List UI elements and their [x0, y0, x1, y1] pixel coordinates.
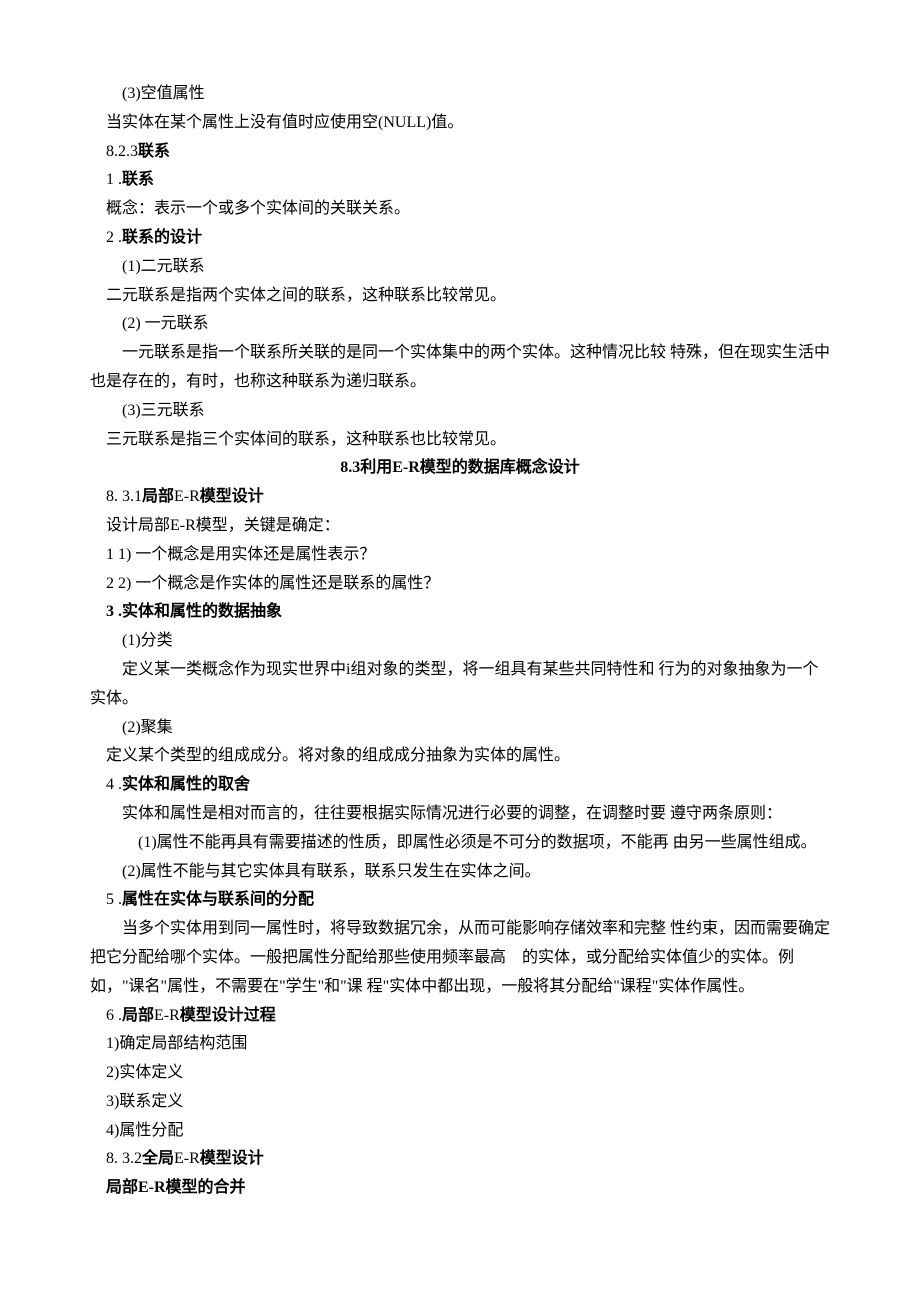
text-line: (3)空值属性 [90, 80, 830, 109]
text-line: 三元联系是指三个实体间的联系，这种联系也比较常见。 [90, 426, 830, 455]
document-body: (3)空值属性当实体在某个属性上没有值时应使用空(NULL)值。8.2.3联系1… [90, 80, 830, 1203]
text-line: 1)确定局部结构范围 [90, 1030, 830, 1059]
text-line: 1 1) 一个概念是用实体还是属性表示？ [90, 541, 830, 570]
text-line: 定义某个类型的组成成分。将对象的组成成分抽象为实体的属性。 [90, 742, 830, 771]
text-line: 设计局部E-R模型，关键是确定： [90, 512, 830, 541]
text-line: 当多个实体用到同一属性时，将导致数据冗余，从而可能影响存储效率和完整 性约束，因… [90, 915, 830, 1001]
text-line: (1)属性不能再具有需要描述的性质，即属性必须是不可分的数据项，不能再 由另一些… [90, 829, 830, 858]
text-line: 2)实体定义 [90, 1059, 830, 1088]
text-line: 4 .实体和属性的取舍 [90, 771, 830, 800]
text-line: (1)分类 [90, 627, 830, 656]
text-line: (3)三元联系 [90, 397, 830, 426]
text-line: 1 .联系 [90, 166, 830, 195]
text-line: 5 .属性在实体与联系间的分配 [90, 886, 830, 915]
text-line: (2)属性不能与其它实体具有联系，联系只发生在实体之间。 [90, 858, 830, 887]
text-line: 3 .实体和属性的数据抽象 [90, 598, 830, 627]
text-line: 8. 3.1局部E-R模型设计 [90, 483, 830, 512]
text-line: 6 .局部E-R模型设计过程 [90, 1002, 830, 1031]
text-line: 定义某一类概念作为现实世界中i组对象的类型，将一组具有某些共同特性和 行为的对象… [90, 656, 830, 714]
text-line: 8. 3.2全局E-R模型设计 [90, 1145, 830, 1174]
text-line: 二元联系是指两个实体之间的联系，这种联系比较常见。 [90, 282, 830, 311]
text-line: 当实体在某个属性上没有值时应使用空(NULL)值。 [90, 109, 830, 138]
text-line: 8.2.3联系 [90, 138, 830, 167]
text-line: 实体和属性是相对而言的，往往要根据实际情况进行必要的调整，在调整时要 遵守两条原… [90, 800, 830, 829]
text-line: (1)二元联系 [90, 253, 830, 282]
text-line: (2) 一元联系 [90, 310, 830, 339]
text-line: 3)联系定义 [90, 1088, 830, 1117]
text-line: 2 2) 一个概念是作实体的属性还是联系的属性？ [90, 570, 830, 599]
text-line: 一元联系是指一个联系所关联的是同一个实体集中的两个实体。这种情况比较 特殊，但在… [90, 339, 830, 397]
text-line: 2 .联系的设计 [90, 224, 830, 253]
text-line: (2)聚集 [90, 714, 830, 743]
text-line: 局部E-R模型的合并 [90, 1174, 830, 1203]
text-line: 8.3利用E-R模型的数据库概念设计 [90, 454, 830, 483]
text-line: 4)属性分配 [90, 1117, 830, 1146]
text-line: 概念：表示一个或多个实体间的关联关系。 [90, 195, 830, 224]
